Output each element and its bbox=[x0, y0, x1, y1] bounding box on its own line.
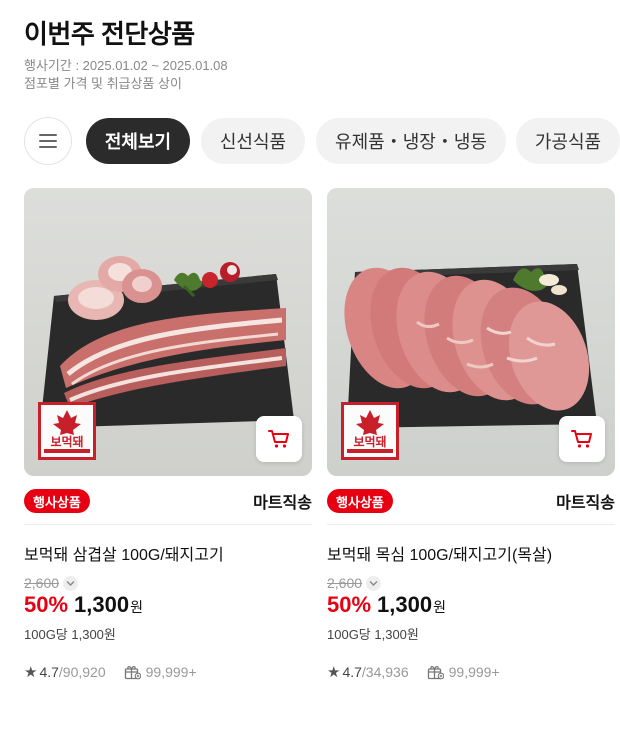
gift-count: 99,999+ bbox=[448, 664, 500, 680]
sale-price: 1,300 bbox=[377, 592, 433, 617]
rating-value: 4.7 bbox=[39, 664, 59, 680]
add-to-cart-button[interactable] bbox=[256, 416, 302, 462]
product-card[interactable]: 보먹돼 행사상품 마트직송 보먹돼 목심 100G/돼지고기(목살) 2,600… bbox=[327, 188, 615, 708]
chevron-down-icon bbox=[369, 580, 378, 586]
unit-price: 100G당 1,300원 bbox=[327, 627, 419, 642]
original-price: 2,600 bbox=[327, 575, 382, 591]
product-card[interactable]: 보먹돼 행사상품 마트직송 보먹돼 삼겹살 100G/돼지고기 2,600 50… bbox=[24, 188, 312, 708]
price-detail-toggle[interactable] bbox=[63, 575, 79, 591]
gift-icon bbox=[427, 664, 444, 680]
category-tab-all[interactable]: 전체보기 bbox=[86, 118, 190, 164]
original-price-value: 2,600 bbox=[24, 575, 60, 591]
category-tab-fresh[interactable]: 신선식품 bbox=[201, 118, 305, 164]
shipping-label: 마트직송 bbox=[556, 495, 615, 512]
hamburger-menu-icon bbox=[39, 134, 57, 148]
event-period: 행사기간 : 2025.01.02 ~ 2025.01.08 bbox=[24, 58, 228, 73]
review-count: /34,936 bbox=[361, 664, 409, 680]
star-icon: ★ bbox=[24, 664, 38, 681]
add-to-cart-button[interactable] bbox=[559, 416, 605, 462]
price-row: 50% 1,300 원 bbox=[327, 592, 446, 618]
chevron-down-icon bbox=[66, 580, 75, 586]
gift-icon bbox=[124, 664, 141, 680]
price-row: 50% 1,300 원 bbox=[24, 592, 143, 618]
svg-text:보먹돼: 보먹돼 bbox=[353, 434, 386, 449]
product-meta: ★ 4.7 /90,920 99,999+ bbox=[24, 663, 197, 681]
divider bbox=[24, 524, 312, 525]
shipping-label: 마트직송 bbox=[253, 495, 312, 512]
unit-price: 100G당 1,300원 bbox=[24, 627, 116, 642]
event-badge: 행사상품 bbox=[24, 489, 90, 513]
svg-text:보먹돼: 보먹돼 bbox=[50, 434, 83, 449]
category-menu-button[interactable] bbox=[24, 117, 72, 165]
currency-label: 원 bbox=[130, 599, 143, 615]
store-notice: 점포별 가격 및 취급상품 상이 bbox=[24, 76, 182, 91]
divider bbox=[327, 524, 615, 525]
star-icon: ★ bbox=[327, 664, 341, 681]
gift-count: 99,999+ bbox=[145, 664, 197, 680]
rating-value: 4.7 bbox=[342, 664, 362, 680]
discount-rate: 50% bbox=[327, 592, 372, 617]
sale-price: 1,300 bbox=[74, 592, 130, 617]
discount-rate: 50% bbox=[24, 592, 69, 617]
cart-icon bbox=[268, 430, 289, 448]
original-price-value: 2,600 bbox=[327, 575, 363, 591]
cart-icon bbox=[571, 430, 592, 448]
product-meta: ★ 4.7 /34,936 99,999+ bbox=[327, 663, 500, 681]
price-detail-toggle[interactable] bbox=[366, 575, 382, 591]
original-price: 2,600 bbox=[24, 575, 79, 591]
product-image[interactable]: 보먹돼 bbox=[24, 188, 312, 476]
review-count: /90,920 bbox=[58, 664, 106, 680]
event-badge: 행사상품 bbox=[327, 489, 393, 513]
product-name[interactable]: 보먹돼 삼겹살 100G/돼지고기 bbox=[24, 541, 224, 565]
page-title: 이번주 전단상품 bbox=[24, 19, 195, 49]
category-bar: 전체보기 신선식품 유제품・냉장・냉동 가공식품 bbox=[24, 117, 620, 165]
currency-label: 원 bbox=[433, 599, 446, 615]
category-tab-dairy-frozen[interactable]: 유제품・냉장・냉동 bbox=[316, 118, 506, 164]
product-image[interactable]: 보먹돼 bbox=[327, 188, 615, 476]
category-tab-processed[interactable]: 가공식품 bbox=[516, 118, 620, 164]
product-name[interactable]: 보먹돼 목심 100G/돼지고기(목살) bbox=[327, 541, 552, 565]
